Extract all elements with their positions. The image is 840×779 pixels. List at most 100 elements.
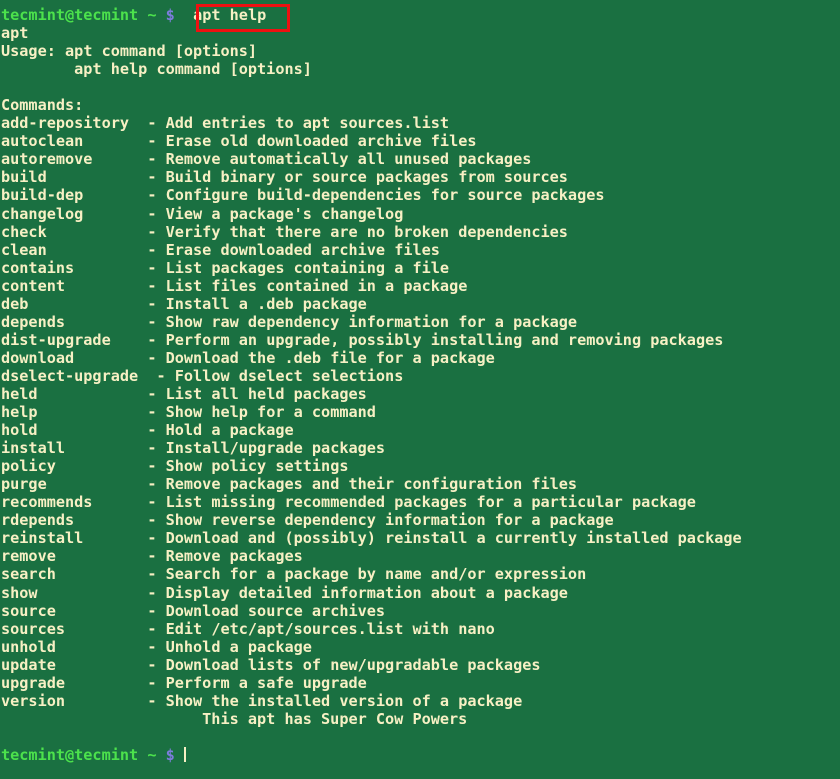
command-row: hold - Hold a package — [1, 421, 839, 439]
command-gap — [83, 205, 147, 223]
command-separator: - — [156, 366, 166, 385]
usage-label: Usage: — [1, 42, 56, 61]
command-description: Search for a package by name and/or expr… — [156, 565, 587, 584]
command-row: show - Display detailed information abou… — [1, 584, 839, 602]
command-row: deb - Install a .deb package — [1, 295, 839, 313]
command-gap — [56, 602, 147, 620]
command-name: build-dep — [1, 186, 84, 205]
command-gap — [38, 584, 148, 602]
super-cow-footer: This apt has Super Cow Powers — [1, 709, 468, 728]
command-description: Edit /etc/apt/sources.list with nano — [156, 619, 495, 638]
command-row: content - List files contained in a pack… — [1, 277, 839, 295]
command-gap — [83, 529, 147, 547]
command-row: rdepends - Show reverse dependency infor… — [1, 511, 839, 529]
command-description: Hold a package — [156, 421, 294, 440]
command-name: purge — [1, 475, 47, 494]
command-row: search - Search for a package by name an… — [1, 565, 839, 583]
command-name: rdepends — [1, 511, 75, 530]
command-gap — [65, 692, 147, 710]
command-gap — [38, 421, 148, 439]
command-name: help — [1, 403, 38, 422]
command-description: Install a .deb package — [156, 294, 367, 313]
command-name: install — [1, 439, 66, 458]
command-row: update - Download lists of new/upgradabl… — [1, 656, 839, 674]
commands-label: Commands: — [1, 96, 84, 115]
command-gap — [47, 241, 148, 259]
command-gap — [138, 367, 156, 385]
command-gap — [47, 223, 148, 241]
command-description: Display detailed information about a pac… — [156, 583, 568, 602]
command-description: Download source archives — [156, 601, 386, 620]
command-description: Unhold a package — [156, 637, 312, 656]
text-cursor[interactable] — [183, 746, 186, 762]
command-name: clean — [1, 240, 47, 259]
command-row: install - Install/upgrade packages — [1, 439, 839, 457]
usage-line-1: Usage: apt command [options] — [1, 42, 839, 60]
final-prompt-user-host: tecmint@tecmint — [1, 745, 139, 764]
command-name: source — [1, 601, 56, 620]
command-name: search — [1, 565, 56, 584]
command-description: Follow dselect selections — [165, 366, 404, 385]
command-description: Remove automatically all unused packages — [156, 150, 532, 169]
command-gap — [83, 186, 147, 204]
prompt-user-host: tecmint@tecmint — [1, 6, 139, 24]
command-description: View a package's changelog — [156, 204, 404, 223]
command-row: sources - Edit /etc/apt/sources.list wit… — [1, 620, 839, 638]
command-name: depends — [1, 312, 66, 331]
command-description: Verify that there are no broken dependen… — [156, 222, 568, 241]
command-description: Download the .deb file for a package — [156, 348, 495, 367]
command-gap — [111, 331, 148, 349]
command-description: Show reverse dependency information for … — [156, 511, 614, 530]
output-program-name: apt — [1, 24, 29, 43]
command-gap — [74, 511, 147, 529]
command-name: changelog — [1, 204, 84, 223]
command-name: dist-upgrade — [1, 330, 111, 349]
command-row: build - Build binary or source packages … — [1, 168, 839, 186]
command-name: build — [1, 168, 47, 187]
command-name: held — [1, 384, 38, 403]
command-description: Show the installed version of a package — [156, 691, 523, 710]
command-name: content — [1, 276, 66, 295]
command-description: List files contained in a package — [156, 276, 468, 295]
command-description: Download and (possibly) reinstall a curr… — [156, 529, 742, 548]
usage-text-2: apt help command [options] — [74, 60, 312, 79]
command-row: autoremove - Remove automatically all un… — [1, 150, 839, 168]
command-description: List missing recommended packages for a … — [156, 493, 696, 512]
command-row: version - Show the installed version of … — [1, 692, 839, 710]
terminal-screen: tecmint@tecmint ~ $ apt help apt Usage: … — [1, 6, 839, 764]
typed-command[interactable]: apt help — [193, 6, 266, 24]
command-name: show — [1, 583, 38, 602]
command-name: autoremove — [1, 150, 93, 169]
usage-text-1: apt command [options] — [65, 42, 258, 61]
command-name: version — [1, 691, 66, 710]
command-description: Perform a safe upgrade — [156, 673, 367, 692]
command-row: source - Download source archives — [1, 602, 839, 620]
terminal-window[interactable]: tecmint@tecmint ~ $ apt help apt Usage: … — [0, 0, 840, 779]
command-description: Erase downloaded archive files — [156, 240, 440, 259]
command-list: add-repository - Add entries to apt sour… — [1, 114, 839, 710]
command-row: contains - List packages containing a fi… — [1, 259, 839, 277]
command-gap — [47, 475, 148, 493]
command-name: deb — [1, 294, 29, 313]
command-row: download - Download the .deb file for a … — [1, 349, 839, 367]
command-gap — [74, 349, 147, 367]
command-name: autoclean — [1, 132, 84, 151]
command-name: unhold — [1, 637, 56, 656]
command-row: build-dep - Configure build-dependencies… — [1, 186, 839, 204]
command-gap — [74, 259, 147, 277]
command-gap — [56, 565, 147, 583]
command-row: purge - Remove packages and their config… — [1, 475, 839, 493]
command-description: Install/upgrade packages — [156, 439, 386, 458]
spacer-line-2 — [1, 728, 839, 746]
command-gap — [65, 277, 147, 295]
final-prompt-symbol: $ — [165, 745, 175, 764]
command-row: policy - Show policy settings — [1, 457, 839, 475]
command-description: Add entries to apt sources.list — [156, 114, 450, 133]
command-description: List packages containing a file — [156, 258, 450, 277]
command-name: reinstall — [1, 529, 84, 548]
command-row: depends - Show raw dependency informatio… — [1, 313, 839, 331]
command-row: help - Show help for a command — [1, 403, 839, 421]
command-row: held - List all held packages — [1, 385, 839, 403]
final-prompt-line[interactable]: tecmint@tecmint ~ $ — [1, 746, 839, 764]
